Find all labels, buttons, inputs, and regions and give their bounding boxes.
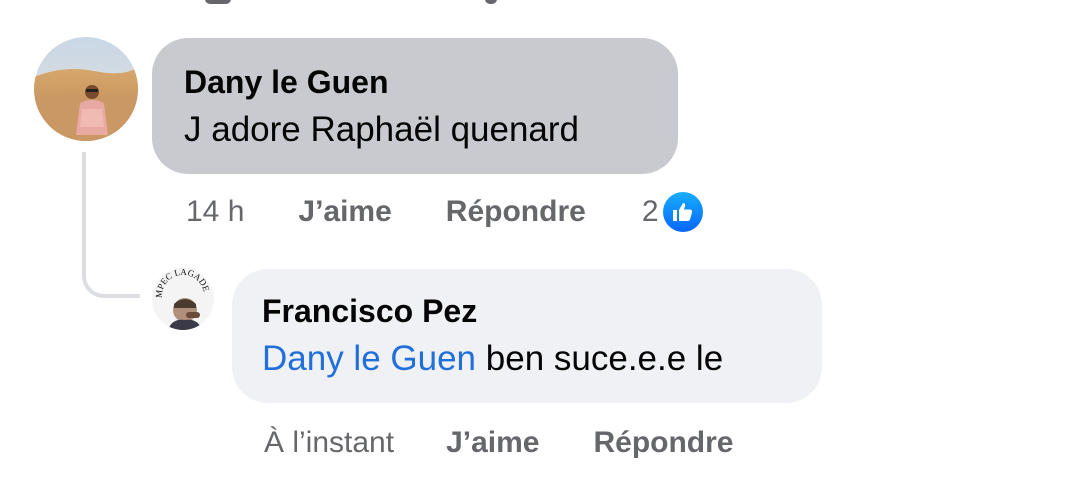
profile-photo-icon bbox=[34, 37, 138, 141]
reply-body: ben suce.e.e le bbox=[485, 339, 724, 378]
mention-link[interactable]: Dany le Guen bbox=[262, 339, 476, 378]
like-button[interactable]: J’aime bbox=[298, 195, 391, 229]
reply-button[interactable]: Répondre bbox=[593, 426, 733, 460]
reply-button[interactable]: Répondre bbox=[446, 195, 586, 229]
comment-author[interactable]: Dany le Guen bbox=[184, 62, 646, 102]
reply-timestamp[interactable]: À l’instant bbox=[264, 426, 394, 460]
reaction-summary[interactable]: 2 bbox=[642, 192, 703, 232]
reply-actions: À l’instant J’aime Répondre bbox=[264, 421, 734, 465]
reply-thread-connector bbox=[82, 152, 140, 298]
avatar[interactable]: MPEC LAGADE bbox=[152, 268, 214, 330]
reaction-count: 2 bbox=[641, 195, 659, 228]
comment-bubble[interactable]: Dany le Guen J adore Raphaël quenard bbox=[152, 38, 678, 174]
thumbs-up-icon bbox=[662, 192, 703, 232]
profile-photo-icon: MPEC LAGADE bbox=[152, 268, 214, 330]
reply-text: Dany le Guen ben suce.e.e le bbox=[262, 335, 792, 383]
reply-author[interactable]: Francisco Pez bbox=[262, 291, 792, 331]
avatar[interactable] bbox=[34, 37, 138, 141]
reply-bubble[interactable]: Francisco Pez Dany le Guen ben suce.e.e … bbox=[232, 269, 822, 403]
comment-actions: 14 h J’aime Répondre 2 bbox=[186, 190, 703, 234]
comment-text: J adore Raphaël quenard bbox=[184, 110, 580, 149]
like-button[interactable]: J’aime bbox=[446, 426, 539, 460]
previous-comment-actions-cutoff bbox=[185, 0, 505, 6]
comment-timestamp[interactable]: 14 h bbox=[186, 195, 244, 229]
